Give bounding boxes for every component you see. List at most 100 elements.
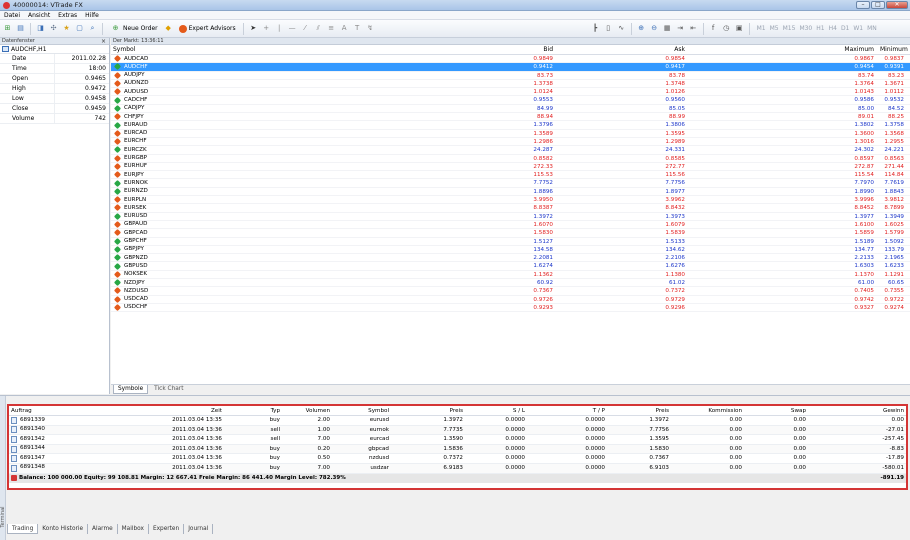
timeframe-m15[interactable]: M15: [783, 25, 796, 32]
market-watch-row[interactable]: EURCAD 1.3589 1.3595 1.3600 1.3568: [111, 129, 910, 138]
minimize-button[interactable]: –: [856, 1, 870, 9]
meta-editor-icon[interactable]: ◆: [163, 23, 174, 34]
market-watch-row[interactable]: CADCHF 0.9553 0.9560 0.9586 0.9532: [111, 96, 910, 105]
navigator-icon[interactable]: ★: [61, 23, 72, 34]
text-icon[interactable]: A: [339, 23, 350, 34]
crosshair-icon[interactable]: +: [261, 23, 272, 34]
market-watch-row[interactable]: GBPCAD 1.5830 1.5839 1.5859 1.5799: [111, 229, 910, 238]
menu-ansicht[interactable]: Ansicht: [28, 12, 50, 19]
autoscroll-icon[interactable]: ⇥: [675, 23, 686, 34]
zoom-in-icon[interactable]: ⊕: [636, 23, 647, 34]
tab-mailbox[interactable]: Mailbox: [118, 524, 149, 534]
market-watch-row[interactable]: GBPUSD 1.6274 1.6276 1.6303 1.6233: [111, 262, 910, 271]
tab-experts[interactable]: Experten: [149, 524, 185, 534]
profiles-icon[interactable]: ▤: [15, 23, 26, 34]
trendline-icon[interactable]: ⁄: [300, 23, 311, 34]
market-watch-row[interactable]: USDCHF 0.9293 0.9296 0.9327 0.9274: [111, 304, 910, 313]
data-window-icon[interactable]: ✣: [48, 23, 59, 34]
timeframe-h4[interactable]: H4: [829, 25, 837, 32]
market-watch-row[interactable]: CHFJPY 88.94 88.99 89.01 88.25: [111, 113, 910, 122]
zoom-out-icon[interactable]: ⊖: [649, 23, 660, 34]
market-watch-row[interactable]: EURSEK 8.8387 8.8432 8.8452 8.7899: [111, 204, 910, 213]
tab-account-history[interactable]: Konto Historie: [38, 524, 89, 534]
candles-icon[interactable]: ▯: [603, 23, 614, 34]
timeframe-d1[interactable]: D1: [841, 25, 849, 32]
templates-icon[interactable]: ▣: [734, 23, 745, 34]
column-time[interactable]: Zeit: [81, 406, 225, 415]
market-watch-row[interactable]: EURPLN 3.9950 3.9962 3.9996 3.9812: [111, 196, 910, 205]
market-watch-row[interactable]: AUDUSD 1.0124 1.0126 1.0143 1.0112: [111, 88, 910, 97]
tab-tick-chart[interactable]: Tick Chart: [150, 385, 187, 394]
market-watch-row[interactable]: EURAUD 1.3796 1.3806 1.3802 1.3758: [111, 121, 910, 130]
market-watch-row[interactable]: GBPNZD 2.2081 2.2106 2.2133 2.1965: [111, 254, 910, 263]
market-watch-row[interactable]: GBPJPY 134.58 134.62 134.77 133.79: [111, 245, 910, 255]
market-watch-row[interactable]: NOKSEK 1.1362 1.1380 1.1370 1.1291: [111, 270, 910, 280]
market-watch-row[interactable]: EURHUF 272.33 272.77 272.87 271.44: [111, 162, 910, 172]
market-watch-row[interactable]: CADJPY 84.99 85.05 85.00 84.52: [111, 104, 910, 114]
periods-icon[interactable]: ◷: [721, 23, 732, 34]
market-watch-row[interactable]: AUDJPY 83.73 83.78 83.74 83.23: [111, 71, 910, 80]
timeframe-mn[interactable]: MN: [867, 25, 877, 32]
tab-trading[interactable]: Trading: [7, 524, 39, 534]
market-watch-row[interactable]: NZDUSD 0.7367 0.7372 0.7405 0.7355: [111, 287, 910, 296]
timeframe-m1[interactable]: M1: [757, 25, 766, 32]
column-swap[interactable]: Swap: [745, 406, 809, 415]
timeframe-h1[interactable]: H1: [816, 25, 824, 32]
order-row[interactable]: 6891344 2011.03.04 13:36 buy 0.20 gbpcad 1.58…: [9, 444, 906, 455]
tab-journal[interactable]: Journal: [184, 524, 214, 534]
market-watch-row[interactable]: EURCHF 1.2986 1.2989 1.3016 1.2955: [111, 138, 910, 147]
close-data-window-icon[interactable]: ×: [101, 38, 106, 45]
cursor-icon[interactable]: ➤: [248, 23, 259, 34]
market-watch-icon[interactable]: ◨: [35, 23, 46, 34]
bar-chart-icon[interactable]: ┣: [590, 23, 601, 34]
column-stop-loss[interactable]: S / L: [466, 406, 528, 415]
market-watch-row[interactable]: NZDJPY 60.92 61.02 61.00 60.65: [111, 279, 910, 288]
indicators-icon[interactable]: f: [708, 23, 719, 34]
market-watch-row[interactable]: AUDNZD 1.3738 1.3748 1.3764 1.3671: [111, 79, 910, 89]
column-symbol[interactable]: Symbol: [333, 406, 392, 415]
menu-hilfe[interactable]: Hilfe: [85, 12, 99, 19]
market-watch-row[interactable]: EURNOK 7.7752 7.7756 7.7970 7.7619: [111, 179, 910, 188]
tile-windows-icon[interactable]: ▦: [662, 23, 673, 34]
column-order[interactable]: Auftrag: [9, 406, 81, 415]
timeframe-w1[interactable]: W1: [853, 25, 863, 32]
new-chart-icon[interactable]: ⊞: [2, 23, 13, 34]
close-button[interactable]: ✕: [886, 1, 908, 9]
new-order-button[interactable]: ⊕ Neue Order: [107, 23, 161, 35]
column-current-price[interactable]: Preis: [608, 406, 672, 415]
order-row[interactable]: 6891339 2011.03.04 13:35 buy 2.00 eurusd 1.39…: [9, 416, 906, 426]
column-price[interactable]: Preis: [392, 406, 466, 415]
column-maximum[interactable]: Maximum: [691, 45, 880, 54]
order-row[interactable]: 6891347 2011.03.04 13:36 buy 0.50 nzdusd 0.73…: [9, 454, 906, 464]
fibonacci-icon[interactable]: ≡: [326, 23, 337, 34]
column-bid[interactable]: Bid: [347, 45, 559, 54]
market-watch-row[interactable]: EURJPY 115.53 115.56 115.54 114.84: [111, 171, 910, 180]
shapes-icon[interactable]: ↯: [365, 23, 376, 34]
menu-datei[interactable]: Datei: [4, 12, 20, 19]
vertical-line-icon[interactable]: |: [274, 23, 285, 34]
chart-shift-icon[interactable]: ⇤: [688, 23, 699, 34]
timeframe-m5[interactable]: M5: [770, 25, 779, 32]
column-take-profit[interactable]: T / P: [528, 406, 608, 415]
tester-icon[interactable]: ⌕: [87, 23, 98, 34]
order-row[interactable]: 6891340 2011.03.04 13:36 sell 1.00 eurnok 7.7…: [9, 425, 906, 436]
market-watch-row[interactable]: GBPCHF 1.5127 1.5133 1.5189 1.5092: [111, 237, 910, 246]
market-watch-row[interactable]: USDCAD 0.9726 0.9729 0.9742 0.9722: [111, 295, 910, 304]
column-ask[interactable]: Ask: [559, 45, 691, 54]
market-watch-row[interactable]: AUDCHF 0.9412 0.9417 0.9454 0.9391: [111, 63, 910, 72]
tab-alerts[interactable]: Alarme: [88, 524, 118, 534]
maximize-button[interactable]: □: [871, 1, 885, 9]
column-symbol[interactable]: Symbol: [111, 45, 347, 54]
label-icon[interactable]: T: [352, 23, 363, 34]
market-watch-row[interactable]: EURNZD 1.8896 1.8977 1.8990 1.8843: [111, 187, 910, 197]
column-commission[interactable]: Kommission: [672, 406, 745, 415]
line-chart-icon[interactable]: ∿: [616, 23, 627, 34]
menu-extras[interactable]: Extras: [58, 12, 77, 19]
market-watch-row[interactable]: EURCZK 24.287 24.331 24.302 24.221: [111, 146, 910, 155]
terminal-icon[interactable]: ▢: [74, 23, 85, 34]
market-watch-row[interactable]: EURUSD 1.3972 1.3973 1.3977 1.3949: [111, 212, 910, 221]
channel-icon[interactable]: ⫽: [313, 23, 324, 34]
column-type[interactable]: Typ: [225, 406, 283, 415]
market-watch-row[interactable]: GBPAUD 1.6070 1.6079 1.6100 1.6025: [111, 221, 910, 230]
column-minimum[interactable]: Minimum: [880, 45, 910, 54]
